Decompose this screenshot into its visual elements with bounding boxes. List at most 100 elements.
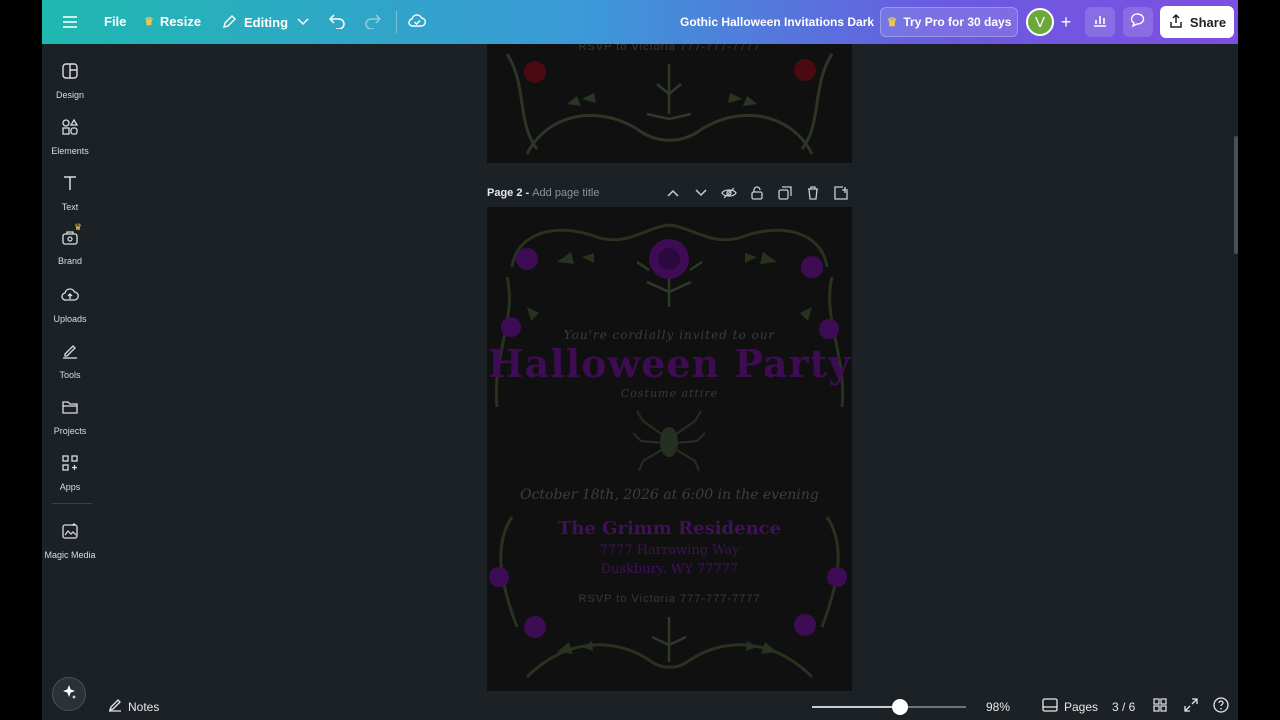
crown-icon: ♛ <box>886 15 898 29</box>
notes-label: Notes <box>128 699 160 714</box>
venue-name: The Grimm Residence <box>557 518 782 539</box>
canvas-page-1[interactable]: RSVP to Victoria 777-777-7777 <box>487 44 852 163</box>
zoom-value[interactable]: 98% <box>986 700 1010 714</box>
grid-view-button[interactable] <box>1152 697 1168 717</box>
sidebar-item-elements[interactable]: Elements <box>42 118 98 156</box>
gothic-floral-border <box>489 223 847 679</box>
sidebar-item-tools[interactable]: Tools <box>42 342 98 380</box>
file-menu[interactable]: File <box>104 14 126 29</box>
text-icon <box>61 174 79 197</box>
page-title: Page 2 - <box>487 187 530 199</box>
sidebar-item-label: Uploads <box>53 314 87 324</box>
sidebar-item-apps[interactable]: Apps <box>42 454 98 492</box>
delete-page-icon[interactable] <box>805 185 821 201</box>
redo-button[interactable] <box>364 12 382 30</box>
expand-icon <box>1184 697 1198 717</box>
page-count: 3 / 6 <box>1112 700 1136 714</box>
move-page-down-icon[interactable] <box>693 185 709 201</box>
magic-media-icon <box>61 522 79 545</box>
uploads-icon <box>61 286 79 309</box>
bar-chart-icon <box>1092 12 1108 33</box>
canvas-page-2[interactable]: You're cordially invited to our Hallowee… <box>487 207 852 691</box>
grid-view-icon <box>1153 697 1167 717</box>
sidebar-item-label: Projects <box>53 426 87 436</box>
projects-icon <box>61 398 79 421</box>
tools-icon <box>61 342 79 365</box>
notes-button[interactable]: Notes <box>108 698 159 715</box>
zoom-slider-handle[interactable] <box>891 699 908 715</box>
page-actions <box>665 185 849 201</box>
sidebar-item-magic-media[interactable]: Magic Media <box>42 522 98 560</box>
comment-icon <box>1130 12 1146 33</box>
undo-button[interactable] <box>328 12 346 30</box>
sidebar-item-text[interactable]: Text <box>42 174 98 212</box>
sidebar-item-projects[interactable]: Projects <box>42 398 98 436</box>
share-label: Share <box>1189 14 1227 30</box>
resize-label: Resize <box>159 14 202 29</box>
sidebar-divider <box>52 503 92 504</box>
sidebar-item-label: Magic Media <box>44 550 96 560</box>
main-menu-button[interactable] <box>61 13 79 31</box>
pages-label: Pages <box>1064 699 1099 714</box>
add-page-icon[interactable] <box>833 185 849 201</box>
brand-icon: ♛ <box>61 222 82 251</box>
cloud-check-icon <box>408 12 426 30</box>
comments-button[interactable] <box>1123 7 1153 37</box>
venue-city: Duskbury, WY 77777 <box>600 562 739 577</box>
redo-icon <box>364 12 382 30</box>
help-button[interactable] <box>1213 696 1229 718</box>
pages-icon <box>1042 698 1058 715</box>
attire-line: Costume attire <box>620 387 719 400</box>
resize-button[interactable]: ♛ Resize <box>144 14 201 29</box>
lock-page-icon[interactable] <box>749 185 765 201</box>
elements-icon <box>61 118 79 141</box>
sidebar-item-label: Apps <box>59 482 81 492</box>
pencil-icon <box>220 13 238 31</box>
sidebar-item-brand[interactable]: ♛ Brand <box>42 222 98 266</box>
sidebar-item-label: Brand <box>57 256 83 266</box>
avatar[interactable]: V <box>1026 8 1054 36</box>
save-status-button[interactable] <box>408 12 426 30</box>
chevron-down-icon <box>294 13 312 31</box>
page-2-header: Page 2 - Add page title <box>487 184 852 202</box>
move-page-up-icon[interactable] <box>665 185 681 201</box>
invite-plus-button[interactable]: + <box>1056 12 1076 32</box>
fullscreen-button[interactable] <box>1183 697 1199 717</box>
invite-line: You're cordially invited to our <box>563 328 776 342</box>
left-sidebar: Design Elements Text ♛ Brand Uploads Too… <box>42 44 98 720</box>
venue-street: 7777 Harrowing Way <box>599 543 740 558</box>
design-title[interactable]: Gothic Halloween Invitations Dark <box>680 15 874 29</box>
undo-icon <box>328 12 346 30</box>
editing-mode-dropdown[interactable]: Editing <box>220 13 312 31</box>
event-date: October 18th, 2026 at 6:00 in the evenin… <box>520 487 819 503</box>
share-button[interactable]: Share <box>1160 6 1234 38</box>
sidebar-item-label: Text <box>61 202 79 212</box>
editor-window: File ♛ Resize Editing Gothic Halloween I… <box>42 0 1238 720</box>
spider-icon <box>632 410 706 472</box>
sidebar-item-uploads[interactable]: Uploads <box>42 286 98 324</box>
bottom-bar: Notes 98% Pages 3 / 6 <box>42 694 1238 720</box>
party-headline: Halloween Party <box>487 341 852 386</box>
try-pro-button[interactable]: ♛ Try Pro for 30 days <box>880 7 1018 37</box>
vine-border-bottom <box>505 53 834 155</box>
crown-icon: ♛ <box>144 16 154 28</box>
hide-page-icon[interactable] <box>721 185 737 201</box>
canvas-scroll-thumb[interactable] <box>1234 136 1238 254</box>
rsvp-line: RSVP to Victoria 777-777-7777 <box>578 593 761 605</box>
apps-icon <box>61 454 79 477</box>
file-label: File <box>104 14 127 29</box>
sidebar-item-label: Elements <box>51 146 89 156</box>
duplicate-page-icon[interactable] <box>777 185 793 201</box>
toolbar-divider <box>396 11 397 33</box>
sidebar-item-label: Design <box>55 90 84 100</box>
analytics-button[interactable] <box>1085 7 1115 37</box>
notes-icon <box>108 698 122 715</box>
crown-icon: ♛ <box>74 222 83 232</box>
try-pro-label: Try Pro for 30 days <box>903 15 1012 29</box>
design-icon <box>61 62 79 85</box>
pages-button[interactable]: Pages <box>1042 698 1098 715</box>
help-icon <box>1213 696 1229 718</box>
add-page-title-input[interactable]: Add page title <box>532 187 599 199</box>
sidebar-item-design[interactable]: Design <box>42 62 98 100</box>
top-toolbar: File ♛ Resize Editing Gothic Halloween I… <box>42 0 1238 44</box>
